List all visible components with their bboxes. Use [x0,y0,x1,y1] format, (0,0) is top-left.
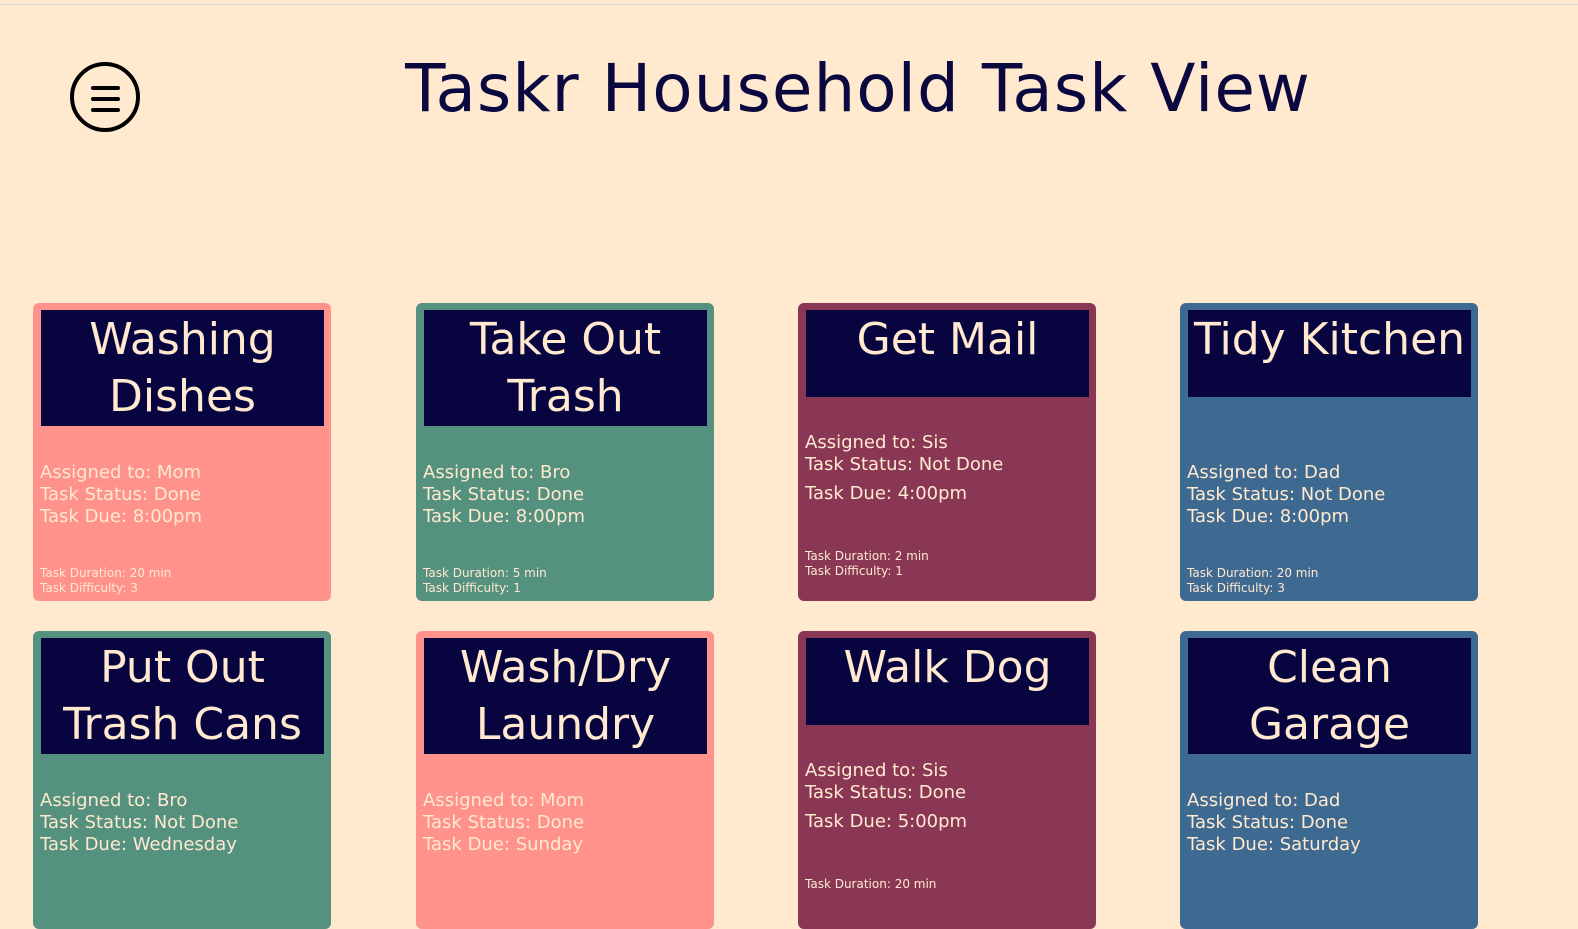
task-title: Tidy Kitchen [1188,310,1471,397]
task-status: Task Status: Done [423,484,585,505]
task-assigned: Assigned to: Sis [805,432,948,453]
task-due: Task Due: Sunday [423,834,584,855]
task-title: Take Out Trash [424,310,707,426]
task-due: Task Due: Saturday [1187,834,1361,855]
task-duration: Task Duration: 20 min [805,877,937,891]
task-duration: Task Duration: 2 min [805,549,929,563]
task-details: Assigned to: Dad Task Status: Done Task … [1187,790,1472,856]
task-details: Assigned to: Mom Task Status: Done Task … [40,462,325,528]
task-meta: Task Duration: 20 min [805,877,936,892]
task-title: Walk Dog [806,638,1089,725]
task-status: Task Status: Done [423,812,585,833]
task-card-washing-dishes[interactable]: Washing Dishes Assigned to: Mom Task Sta… [33,303,331,601]
task-difficulty: Task Difficulty: 3 [40,581,138,595]
menu-line-icon [91,86,120,90]
task-difficulty: Task Difficulty: 1 [423,581,521,595]
task-card-take-out-trash[interactable]: Take Out Trash Assigned to: Bro Task Sta… [416,303,714,601]
task-status: Task Status: Done [1187,812,1349,833]
hamburger-menu-icon[interactable] [70,62,140,132]
task-status: Task Status: Not Done [805,454,1004,475]
page-title: Taskr Household Task View [405,50,1311,127]
task-title: Put Out Trash Cans [41,638,324,754]
task-details: Assigned to: Mom Task Status: Done Task … [423,790,708,856]
menu-line-icon [91,97,120,101]
task-card-wash-dry-laundry[interactable]: Wash/Dry Laundry Assigned to: Mom Task S… [416,631,714,929]
task-assigned: Assigned to: Mom [423,790,585,811]
task-due: Task Due: 4:00pm [805,483,968,504]
task-assigned: Assigned to: Dad [1187,790,1341,811]
task-title: Wash/Dry Laundry [424,638,707,754]
menu-line-icon [91,108,120,112]
task-status: Task Status: Not Done [40,812,239,833]
task-title: Washing Dishes [41,310,324,426]
task-meta: Task Duration: 20 min Task Difficulty: 3 [40,566,171,596]
task-assigned: Assigned to: Bro [423,462,571,483]
task-details: Assigned to: Bro Task Status: Done Task … [423,462,708,528]
task-due: Task Due: 8:00pm [1187,506,1350,527]
task-due: Task Due: Wednesday [40,834,237,855]
task-duration: Task Duration: 20 min [40,566,172,580]
task-due: Task Due: 8:00pm [423,506,586,527]
task-status: Task Status: Not Done [1187,484,1386,505]
task-assigned: Assigned to: Mom [40,462,202,483]
task-meta: Task Duration: 5 min Task Difficulty: 1 [423,566,547,596]
task-difficulty: Task Difficulty: 3 [1187,581,1285,595]
task-due: Task Due: 5:00pm [805,811,968,832]
top-divider [0,4,1578,5]
task-assigned: Assigned to: Dad [1187,462,1341,483]
task-details: Assigned to: Sis Task Status: Done Task … [805,760,1090,833]
task-status: Task Status: Done [805,782,967,803]
task-details: Assigned to: Sis Task Status: Not Done T… [805,432,1090,505]
task-details: Assigned to: Dad Task Status: Not Done T… [1187,462,1472,528]
task-status: Task Status: Done [40,484,202,505]
task-details: Assigned to: Bro Task Status: Not Done T… [40,790,325,856]
task-title: Get Mail [806,310,1089,397]
task-card-get-mail[interactable]: Get Mail Assigned to: Sis Task Status: N… [798,303,1096,601]
task-assigned: Assigned to: Bro [40,790,188,811]
task-assigned: Assigned to: Sis [805,760,948,781]
task-title: Clean Garage [1188,638,1471,754]
task-difficulty: Task Difficulty: 1 [805,564,903,578]
task-meta: Task Duration: 20 min Task Difficulty: 3 [1187,566,1318,596]
task-due: Task Due: 8:00pm [40,506,203,527]
task-meta: Task Duration: 2 min Task Difficulty: 1 [805,549,929,579]
task-card-clean-garage[interactable]: Clean Garage Assigned to: Dad Task Statu… [1180,631,1478,929]
task-card-walk-dog[interactable]: Walk Dog Assigned to: Sis Task Status: D… [798,631,1096,929]
task-duration: Task Duration: 20 min [1187,566,1319,580]
task-card-tidy-kitchen[interactable]: Tidy Kitchen Assigned to: Dad Task Statu… [1180,303,1478,601]
task-card-put-out-trash-cans[interactable]: Put Out Trash Cans Assigned to: Bro Task… [33,631,331,929]
task-duration: Task Duration: 5 min [423,566,547,580]
